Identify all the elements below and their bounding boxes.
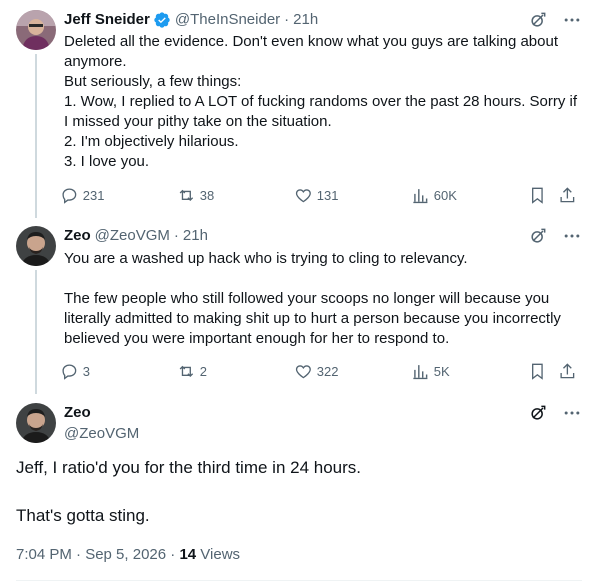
divider <box>16 580 582 581</box>
like-button[interactable]: 322 <box>294 362 411 381</box>
like-count: 131 <box>316 187 339 203</box>
repost-count: 2 <box>199 363 207 379</box>
main-tweet-top-icons <box>528 403 582 423</box>
tweet-header: Jeff Sneider @TheInSneider · 21h <box>64 10 318 30</box>
main-tweet-text: Jeff, I ratio'd you for the third time i… <box>16 458 361 525</box>
views-chart-icon <box>413 188 428 203</box>
thread-line <box>35 270 37 394</box>
views-button[interactable]: 5K <box>411 362 528 381</box>
repost-icon <box>179 189 194 201</box>
tweet-timestamp[interactable]: 7:04 PM · Sep 5, 2026 · <box>16 546 179 563</box>
avatar-zeo[interactable] <box>16 226 56 266</box>
author-handle[interactable]: @ZeoVGM <box>95 226 170 246</box>
tweet-time[interactable]: 21h <box>293 10 318 30</box>
more-options-icon[interactable] <box>562 403 582 423</box>
verified-badge-icon <box>154 12 170 28</box>
bookmark-button[interactable] <box>528 362 558 381</box>
tweet-meta: 7:04 PM · Sep 5, 2026 · 14 Views <box>16 545 240 565</box>
separator-dot: · <box>284 11 290 28</box>
author-name[interactable]: Jeff Sneider <box>64 10 150 30</box>
tweet-time[interactable]: 21h <box>183 226 208 246</box>
views-count: 60K <box>433 187 457 203</box>
more-options-icon[interactable] <box>562 226 582 246</box>
tweet-top-icons <box>528 10 582 30</box>
more-options-icon[interactable] <box>562 10 582 30</box>
views-count: 5K <box>433 363 450 379</box>
repost-button[interactable]: 38 <box>177 186 294 205</box>
tweet-header: Zeo @ZeoVGM · 21h <box>64 226 208 246</box>
thread-line <box>35 54 37 218</box>
views-chart-icon <box>413 364 428 379</box>
avatar-jeff-sneider[interactable] <box>16 10 56 50</box>
repost-button[interactable]: 2 <box>177 362 294 381</box>
grok-icon[interactable] <box>528 10 548 30</box>
like-button[interactable]: 131 <box>294 186 411 205</box>
repost-count: 38 <box>199 187 215 203</box>
heart-icon <box>295 188 311 203</box>
reply-icon <box>62 188 77 204</box>
main-author-handle[interactable]: @ZeoVGM <box>64 424 139 444</box>
share-button[interactable] <box>558 186 582 205</box>
heart-icon <box>295 364 311 379</box>
bookmark-button[interactable] <box>528 186 558 205</box>
reply-count: 231 <box>82 187 105 203</box>
repost-icon <box>179 365 194 377</box>
bookmark-icon <box>532 363 543 380</box>
tweet-top-icons <box>528 226 582 246</box>
reply-count: 3 <box>82 363 90 379</box>
tweet-actions: 231 38 131 60K <box>60 183 588 207</box>
author-handle[interactable]: @TheInSneider <box>175 10 280 30</box>
reply-button[interactable]: 231 <box>60 186 177 205</box>
main-author-name[interactable]: Zeo <box>64 403 91 423</box>
grok-icon[interactable] <box>528 403 548 423</box>
views-label: Views <box>196 546 241 563</box>
avatar-zeo-main[interactable] <box>16 403 56 443</box>
tweet-actions: 3 2 322 5K <box>60 359 588 383</box>
reply-icon <box>62 364 77 380</box>
views-button[interactable]: 60K <box>411 186 528 205</box>
grok-icon[interactable] <box>528 226 548 246</box>
reply-button[interactable]: 3 <box>60 362 177 381</box>
views-number: 14 <box>179 546 197 563</box>
separator-dot: · <box>173 227 179 244</box>
author-name[interactable]: Zeo <box>64 226 91 246</box>
share-icon <box>560 187 575 202</box>
share-button[interactable] <box>558 362 582 381</box>
share-icon <box>560 363 575 378</box>
bookmark-icon <box>532 187 543 204</box>
tweet-text: Deleted all the evidence. Don't even kno… <box>64 33 578 170</box>
like-count: 322 <box>316 363 339 379</box>
tweet-text: You are a washed up hack who is trying t… <box>64 250 561 347</box>
